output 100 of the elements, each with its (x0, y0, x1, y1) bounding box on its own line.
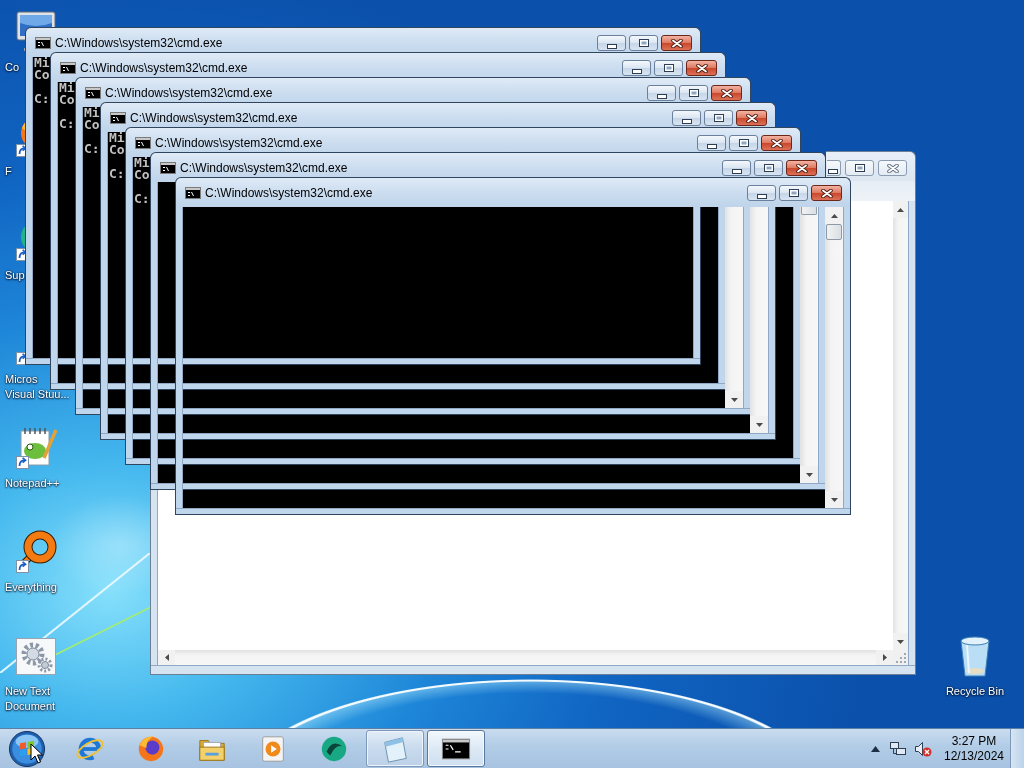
minimize-button[interactable] (672, 110, 701, 126)
icon-label[interactable]: Co (5, 60, 20, 75)
terminal-icon (110, 112, 126, 124)
console-line: C: (84, 143, 100, 155)
close-button[interactable] (786, 160, 817, 176)
console-line: Co (134, 169, 150, 181)
caret-down-icon (830, 497, 838, 502)
minimize-button[interactable] (697, 135, 726, 151)
scroll-right-button[interactable] (876, 650, 893, 665)
terminal-icon (35, 37, 51, 49)
console-line: C: (134, 193, 150, 205)
minimize-icon (681, 118, 692, 124)
scroll-down-button[interactable] (750, 416, 768, 433)
console-line: Mi (109, 132, 125, 144)
window-title: C:\Windows\system32\cmd.exe (130, 110, 298, 126)
window-title: C:\Windows\system32\cmd.exe (105, 85, 273, 101)
scroll-down-button[interactable] (800, 466, 818, 483)
scroll-down-button[interactable] (825, 491, 843, 508)
caret-down-icon (755, 422, 763, 427)
minimize-icon (631, 68, 642, 74)
taskbar-button[interactable] (427, 730, 485, 767)
close-button[interactable] (711, 85, 742, 101)
icon-label[interactable]: F (5, 164, 12, 179)
window-title: C:\Windows\system32\cmd.exe (205, 185, 373, 201)
maximize-icon (713, 114, 724, 122)
scroll-down-button[interactable] (893, 633, 908, 650)
close-button[interactable] (736, 110, 767, 126)
network-icon[interactable] (889, 740, 907, 757)
maximize-icon (638, 39, 649, 47)
maximize-icon (763, 164, 774, 172)
notepad-icon[interactable] (14, 426, 58, 470)
minimize-icon (656, 93, 667, 99)
console-line: Mi (134, 157, 150, 169)
maximize-icon (788, 189, 799, 197)
console-line: C: (34, 93, 50, 105)
caret-down-icon (805, 472, 813, 477)
close-icon (820, 188, 833, 198)
minimize-button[interactable] (722, 160, 751, 176)
icon-label[interactable]: Sup (5, 268, 25, 283)
scrollbar[interactable] (893, 201, 908, 650)
terminal-icon (160, 162, 176, 174)
maximize-icon (738, 139, 749, 147)
scroll-down-button[interactable] (725, 391, 743, 408)
scrollbar[interactable] (725, 207, 743, 408)
scroll-up-button[interactable] (893, 201, 908, 218)
minimize-icon (606, 43, 617, 49)
close-button[interactable] (761, 135, 792, 151)
maximize-button[interactable] (654, 60, 683, 76)
maximize-button[interactable] (754, 160, 783, 176)
scroll-left-button[interactable] (158, 650, 175, 665)
close-icon (770, 138, 783, 148)
terminal-icon (60, 62, 76, 74)
minimize-icon (706, 143, 717, 149)
scroll-up-button[interactable] (825, 207, 843, 224)
console-line: Mi (59, 82, 75, 94)
console-line: Co (84, 119, 100, 131)
maximize-button[interactable] (779, 185, 808, 201)
caret-down-icon (730, 397, 738, 402)
minimize-button[interactable] (622, 60, 651, 76)
console-line: Mi (34, 57, 50, 69)
maximize-icon (688, 89, 699, 97)
close-button[interactable] (686, 60, 717, 76)
close-icon (695, 63, 708, 73)
maximize-icon (663, 64, 674, 72)
minimize-icon (828, 168, 838, 174)
scrollbar[interactable] (750, 207, 768, 433)
maximize-button[interactable] (629, 35, 658, 51)
console-line: Co (34, 69, 50, 81)
clock[interactable]: 3:27 PM 12/13/2024 (943, 733, 1005, 764)
close-icon (720, 88, 733, 98)
chevron-up-icon[interactable] (871, 745, 880, 752)
ring-icon[interactable] (14, 530, 58, 574)
close-button[interactable] (661, 35, 692, 51)
console-line: Mi (84, 107, 100, 119)
speaker-muted-icon[interactable] (914, 740, 932, 757)
console-line: C: (109, 168, 125, 180)
close-button[interactable] (811, 185, 842, 201)
terminal-icon (85, 87, 101, 99)
window-title: C:\Windows\system32\cmd.exe (80, 60, 248, 76)
caret-up-icon (897, 207, 904, 212)
scrollbar[interactable] (800, 207, 818, 483)
window-title: C:\Windows\system32\cmd.exe (180, 160, 348, 176)
minimize-button[interactable] (597, 35, 626, 51)
scrollbar[interactable] (158, 650, 893, 665)
scroll-thumb[interactable] (826, 224, 842, 240)
minimize-icon (756, 193, 767, 199)
terminal-icon (135, 137, 151, 149)
cursor-icon (30, 743, 43, 764)
minimize-button[interactable] (747, 185, 776, 201)
icon-label[interactable]: Recycle Bin (945, 684, 1004, 699)
maximize-button[interactable] (704, 110, 733, 126)
scrollbar[interactable] (825, 207, 843, 508)
minimize-button[interactable] (647, 85, 676, 101)
caret-left-icon (164, 654, 169, 661)
maximize-button[interactable] (729, 135, 758, 151)
scroll-thumb[interactable] (801, 207, 817, 215)
console-line: Co (59, 94, 75, 106)
icon-label[interactable]: Micros Visual Stuu... (5, 372, 70, 402)
maximize-button[interactable] (679, 85, 708, 101)
minimize-icon (731, 168, 742, 174)
